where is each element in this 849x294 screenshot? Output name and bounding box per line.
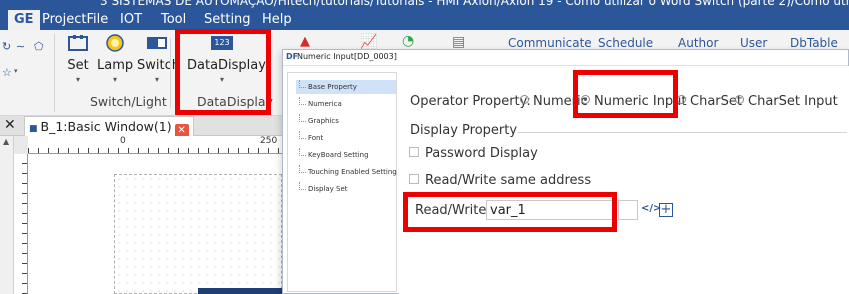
set-icon [68, 35, 88, 51]
chevron-down-icon: ▾ [219, 75, 224, 84]
switch-icon [147, 37, 167, 49]
author-tab[interactable]: Author [678, 36, 718, 50]
window-icon: ■ [29, 124, 38, 134]
set-label: Set [67, 58, 89, 73]
chevron-down-icon[interactable]: ▾ [14, 67, 18, 75]
nav-touching-enabled-setting[interactable]: Touching Enabled Setting [296, 165, 397, 179]
chevron-down-icon: ▾ [154, 75, 159, 84]
nav-numerica[interactable]: Numerica [296, 97, 396, 111]
menu-help[interactable]: Help [256, 10, 298, 30]
read-write-label: Read/Write: [415, 203, 491, 218]
numeric-input-dialog: DF Numeric Input[DD_0003] Base Property … [282, 49, 849, 294]
read-write-address-input[interactable] [486, 200, 616, 220]
radio-charset-input[interactable]: CharSet Input [735, 94, 838, 109]
checkbox-box [409, 174, 419, 184]
base-property-panel: Operator Property: Numeric Numeric Input… [399, 66, 849, 294]
nav-keyboard-setting[interactable]: KeyBoard Setting [296, 148, 396, 162]
rotate-icon[interactable]: ↻ [2, 40, 11, 53]
nav-display-set[interactable]: Display Set [296, 182, 396, 196]
star-icon[interactable]: ☆ [2, 66, 12, 79]
radio-numeric-input[interactable]: Numeric Input [581, 94, 687, 109]
set-button[interactable]: Set ▾ [66, 34, 90, 84]
title-bar: 3 SISTEMAS DE AUTOMAÇÃO/Hitech/tutorials… [0, 0, 849, 9]
communicate-tab[interactable]: Communicate [508, 36, 592, 50]
scroll-up-icon[interactable]: ▲ [3, 137, 9, 146]
polyline-icon[interactable]: ∼ [16, 40, 25, 53]
nav-font[interactable]: Font [296, 131, 396, 145]
canvas-grid [114, 174, 282, 294]
ribbon-separator [170, 38, 171, 108]
menu-projectfile[interactable]: ProjectFile [36, 10, 114, 30]
lamp-icon [106, 34, 124, 52]
group-label-datadisplay: DataDisplay [197, 94, 273, 109]
lamp-label: Lamp [97, 58, 134, 73]
radio-label: Numeric [533, 94, 588, 109]
radio-dot [581, 95, 590, 104]
datadisplay-icon: 123 [211, 36, 233, 50]
radio-label: Numeric Input [594, 94, 687, 109]
display-property-label: Display Property [410, 123, 518, 138]
chevron-down-icon: ▾ [112, 75, 117, 84]
canvas-element[interactable] [198, 288, 282, 294]
clock-icon[interactable]: ◔ [402, 33, 414, 49]
dbtable-tab[interactable]: DbTable [790, 36, 838, 50]
dialog-title-bar: DF Numeric Input[DD_0003] [283, 50, 848, 66]
property-nav: Base Property Numerica Graphics Font Key… [287, 72, 397, 292]
same-address-checkbox[interactable]: Read/Write same address [409, 173, 591, 188]
section-divider [517, 132, 847, 133]
add-address-button[interactable]: + [659, 203, 673, 217]
switch-button[interactable]: Switch ▾ [137, 34, 180, 84]
nav-base-property[interactable]: Base Property [296, 80, 396, 94]
menu-ge[interactable]: GE [8, 10, 40, 30]
switch-label: Switch [137, 58, 180, 73]
menu-iot[interactable]: IOT [114, 10, 148, 30]
vertical-scrollbar[interactable]: ▲ [0, 136, 14, 294]
password-display-checkbox[interactable]: Password Display [409, 146, 538, 161]
alarm-icon[interactable]: ▲ [300, 34, 310, 49]
user-tab[interactable]: User [740, 36, 767, 50]
operator-property-label: Operator Property: [410, 94, 531, 109]
close-icon[interactable]: ✕ [4, 117, 16, 133]
datadisplay-label: DataDisplay [187, 58, 266, 73]
document-tab-title: B_1:Basic Window(1) [40, 119, 172, 134]
trend-chart-icon[interactable]: 📈 [360, 34, 377, 50]
read-write-extra-field[interactable] [618, 200, 638, 220]
menu-bar: GE ProjectFile IOT Tool Setting Help [0, 9, 849, 30]
table-icon[interactable]: ▤ [452, 34, 465, 50]
lamp-button[interactable]: Lamp ▾ [97, 34, 133, 84]
schedule-tab[interactable]: Schedule [598, 36, 653, 50]
ribbon-separator [54, 34, 55, 112]
horizontal-ruler: 0 250 [28, 136, 282, 154]
pentagon-icon[interactable]: ⬠ [34, 40, 44, 53]
group-label-switch-light: Switch/Light [90, 94, 167, 109]
document-tab-bar: ✕ ■ B_1:Basic Window(1) ✕ [0, 116, 282, 138]
menu-tool[interactable]: Tool [155, 10, 192, 30]
window-title: 3 SISTEMAS DE AUTOMAÇÃO/Hitech/tutorials… [100, 0, 849, 8]
ruler-mark: 0 [120, 136, 126, 146]
vertical-ruler [14, 154, 28, 294]
checkbox-box [409, 147, 419, 157]
ruler-mark: 250 [260, 136, 278, 146]
radio-dot [520, 95, 529, 104]
datadisplay-button[interactable]: 123 DataDisplay ▾ [187, 34, 266, 84]
nav-graphics[interactable]: Graphics [296, 114, 396, 128]
menu-setting[interactable]: Setting [198, 10, 257, 30]
radio-charset[interactable]: CharSet [677, 94, 742, 109]
same-address-label: Read/Write same address [425, 173, 592, 188]
dialog-title: Numeric Input[DD_0003] [297, 52, 397, 61]
chevron-down-icon: ▾ [75, 75, 80, 84]
radio-dot [735, 95, 744, 104]
radio-dot [677, 95, 686, 104]
design-canvas[interactable] [28, 154, 282, 294]
radio-numeric[interactable]: Numeric [520, 94, 588, 109]
document-tab[interactable]: ■ B_1:Basic Window(1) ✕ [24, 116, 194, 138]
radio-label: CharSet Input [748, 94, 838, 109]
password-display-label: Password Display [425, 146, 538, 161]
document-area: ✕ ■ B_1:Basic Window(1) ✕ ▲ 0 250 [0, 116, 282, 294]
